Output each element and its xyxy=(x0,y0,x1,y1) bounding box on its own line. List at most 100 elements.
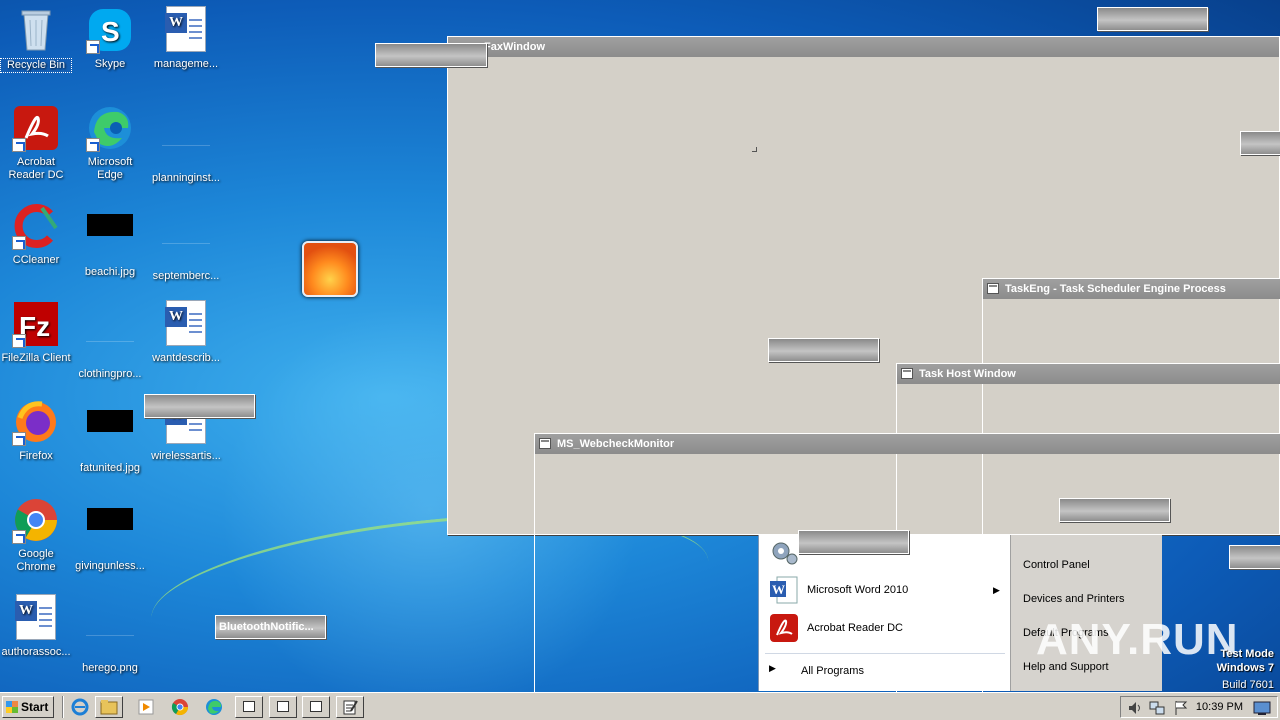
desktop-icon-label: beachi.jpg xyxy=(84,266,136,278)
speaker-icon[interactable] xyxy=(1127,700,1143,716)
ccleaner-icon xyxy=(12,202,60,250)
clock[interactable]: 10:39 PM xyxy=(1196,701,1243,713)
taskbar-window-button[interactable] xyxy=(269,696,297,718)
desktop-icon-septemberc[interactable]: septemberc... xyxy=(150,202,222,283)
desktop-icon-label: Recycle Bin xyxy=(0,58,72,73)
media-player-icon[interactable] xyxy=(137,698,155,716)
file-icon xyxy=(86,316,134,364)
desktop-icon-label: herego.png xyxy=(82,662,138,674)
word-document-icon: W xyxy=(12,594,60,642)
desktop-icon-label: Google Chrome xyxy=(16,548,56,573)
desktop-icon-givingunless[interactable]: givingunless... xyxy=(74,496,146,573)
desktop-icon-recycle-bin[interactable]: Recycle Bin xyxy=(0,6,72,73)
desktop-icon-label: Microsoft Edge xyxy=(87,156,133,181)
shortcut-arrow-icon xyxy=(12,432,26,446)
shortcut-arrow-icon xyxy=(12,530,26,544)
taskbar: Start 10:39 PM xyxy=(0,692,1280,720)
desktop-icon-label: FileZilla Client xyxy=(1,352,71,364)
desktop-icon-label: Acrobat Reader DC xyxy=(8,156,64,181)
recycle-bin-icon xyxy=(12,6,60,54)
shortcut-arrow-icon xyxy=(12,236,26,250)
start-label: Start xyxy=(21,700,49,714)
minimized-window-button[interactable] xyxy=(768,338,879,362)
desktop-icon-clothingpro[interactable]: clothingpro... xyxy=(74,300,146,381)
desktop-icon-wantdescrib[interactable]: W wantdescrib... xyxy=(150,300,222,365)
minimized-window-button[interactable] xyxy=(144,394,255,418)
desktop-icon-herego[interactable]: herego.png xyxy=(74,594,146,675)
desktop-icon-label: Skype xyxy=(94,58,126,70)
edge-taskbar-icon[interactable] xyxy=(205,698,223,716)
windows-flag-icon xyxy=(6,701,18,713)
firefox-icon xyxy=(12,398,60,446)
windows-version-text: Windows 7 xyxy=(1216,662,1274,674)
desktop-icon-label: manageme... xyxy=(153,58,219,70)
image-file-icon xyxy=(86,410,134,458)
taskbar-window-button[interactable] xyxy=(302,696,330,718)
show-desktop-icon[interactable] xyxy=(1253,700,1271,716)
desktop-icon-label: fatunited.jpg xyxy=(80,462,140,474)
minimized-window-button[interactable] xyxy=(1097,7,1208,31)
desktop-icon-acrobat[interactable]: Acrobat Reader DC xyxy=(0,104,72,182)
chrome-taskbar-icon[interactable] xyxy=(171,698,189,716)
desktop-icon-ccleaner[interactable]: CCleaner xyxy=(0,202,72,267)
explorer-taskbar-button[interactable] xyxy=(95,696,123,718)
desktop-icon-skype[interactable]: S Skype xyxy=(74,6,146,71)
notepad-icon xyxy=(343,700,358,715)
file-icon xyxy=(162,120,210,168)
skype-icon: S xyxy=(86,6,134,54)
acrobat-icon xyxy=(12,104,60,152)
shortcut-arrow-icon xyxy=(86,40,100,54)
photo-gadget-icon[interactable] xyxy=(302,241,358,297)
bluetooth-notification-window[interactable]: BluetoothNotific... xyxy=(215,615,326,639)
window-title[interactable]: FaxWindow xyxy=(448,37,1279,57)
filezilla-icon: Fz xyxy=(12,300,60,348)
start-button[interactable]: Start xyxy=(2,696,54,718)
desktop-icon-fatunited[interactable]: fatunited.jpg xyxy=(74,398,146,475)
svg-text:S: S xyxy=(101,16,120,47)
window-title-bar[interactable]: MS_WebcheckMonitor xyxy=(535,434,1280,454)
internet-explorer-icon[interactable] xyxy=(71,698,89,716)
desktop-icon-label: septemberc... xyxy=(152,270,220,282)
desktop-icon-authorassoc[interactable]: W authorassoc... xyxy=(0,594,72,659)
desktop-icon-label: wantdescrib... xyxy=(152,352,220,364)
action-center-flag-icon[interactable] xyxy=(1173,700,1189,716)
word-document-icon: W xyxy=(162,6,210,54)
desktop-icon-firefox[interactable]: Firefox xyxy=(0,398,72,463)
image-file-icon xyxy=(86,214,134,262)
desktop-icon-label: wirelessartis... xyxy=(151,450,221,462)
desktop-icon-edge[interactable]: Microsoft Edge xyxy=(74,104,146,182)
desktop-icon-label: authorassoc... xyxy=(1,646,71,658)
network-icon[interactable] xyxy=(1149,700,1165,716)
desktop-icon-planninginst[interactable]: planninginst... xyxy=(150,104,222,185)
minimized-window-button[interactable] xyxy=(375,43,487,67)
taskbar-notepad-button[interactable] xyxy=(336,696,364,718)
desktop-icon-chrome[interactable]: Google Chrome xyxy=(0,496,72,574)
window-title-bar[interactable]: TaskEng - Task Scheduler Engine Process xyxy=(983,279,1280,299)
taskbar-separator xyxy=(62,696,64,718)
word-document-icon: W xyxy=(162,300,210,348)
taskbar-window-button[interactable] xyxy=(235,696,263,718)
system-tray: 10:39 PM xyxy=(1120,696,1278,718)
window-title: TaskEng - Task Scheduler Engine Process xyxy=(1005,283,1226,295)
window-title-bar[interactable]: Task Host Window xyxy=(897,364,1280,384)
window-title: MS_WebcheckMonitor xyxy=(557,438,675,450)
image-file-icon xyxy=(86,508,134,556)
desktop-icon-label: Firefox xyxy=(19,450,53,462)
shortcut-arrow-icon xyxy=(12,334,26,348)
folder-icon xyxy=(100,700,118,715)
test-mode-text: Test Mode xyxy=(1220,648,1274,660)
file-icon xyxy=(86,610,134,658)
window-title: Task Host Window xyxy=(919,368,1016,380)
window-icon xyxy=(277,701,289,712)
desktop-icon-label: planninginst... xyxy=(152,172,220,184)
window-icon xyxy=(243,701,255,712)
desktop-icon-label: CCleaner xyxy=(12,254,60,266)
desktop-icon-beachi[interactable]: beachi.jpg xyxy=(74,202,146,279)
window-icon xyxy=(539,438,551,449)
shortcut-arrow-icon xyxy=(86,138,100,152)
file-icon xyxy=(162,218,210,266)
edge-icon xyxy=(86,104,134,152)
minimized-window-button[interactable] xyxy=(1240,131,1280,155)
desktop-icon-manageme[interactable]: W manageme... xyxy=(150,6,222,71)
desktop-icon-filezilla[interactable]: Fz FileZilla Client xyxy=(0,300,72,365)
